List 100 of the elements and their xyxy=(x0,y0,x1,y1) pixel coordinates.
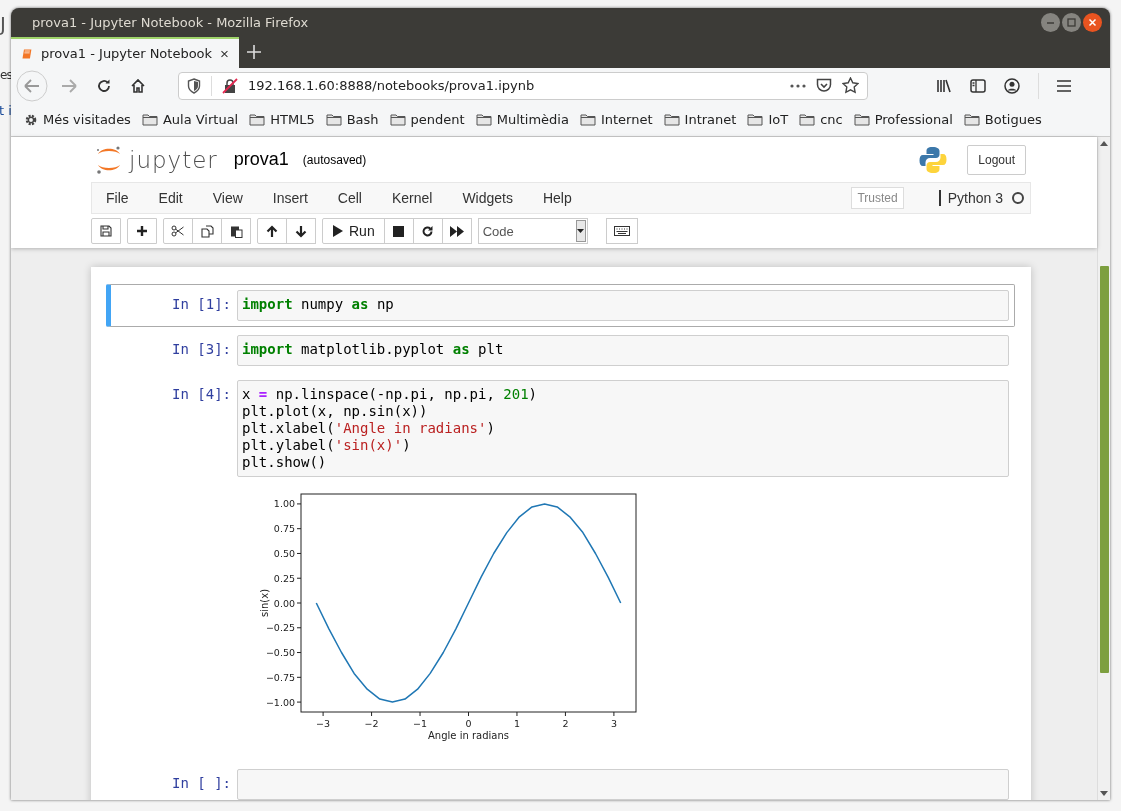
back-icon[interactable] xyxy=(16,69,48,102)
y-tick-label: −0.25 xyxy=(265,622,295,634)
folder-icon xyxy=(579,113,596,126)
code-input[interactable]: import numpy as np xyxy=(237,290,1009,321)
y-tick-label: 0.25 xyxy=(273,572,295,584)
code-cell[interactable]: In [1]: import numpy as np xyxy=(106,284,1015,327)
bookmark[interactable]: Professional xyxy=(853,112,953,127)
keyboard-icon xyxy=(613,226,630,236)
y-tick-label: 0.50 xyxy=(273,547,295,559)
new-tab-icon[interactable] xyxy=(247,45,261,59)
y-tick: −0.75 xyxy=(265,671,302,683)
trusted-indicator[interactable]: Trusted xyxy=(851,187,904,209)
folder-icon xyxy=(389,113,406,126)
menu-item[interactable]: Kernel xyxy=(391,190,433,206)
bookmark[interactable]: Intranet xyxy=(663,112,737,127)
y-tick-label: 0.00 xyxy=(273,597,295,609)
bookmark[interactable]: Aula Virtual xyxy=(141,112,239,127)
shield-icon[interactable] xyxy=(187,77,201,94)
more-icon[interactable] xyxy=(790,83,806,88)
folder-icon xyxy=(853,113,870,126)
scroll-down-icon[interactable] xyxy=(1100,791,1108,796)
notebook-name[interactable]: prova1 xyxy=(233,149,289,170)
jupyter-logo-icon[interactable] xyxy=(95,144,123,175)
save-button[interactable] xyxy=(91,218,121,244)
menu-item[interactable]: Insert xyxy=(272,190,308,206)
scroll-up-icon[interactable] xyxy=(1100,141,1108,146)
bookmark[interactable]: Botigues xyxy=(963,112,1042,127)
fast-forward-button[interactable] xyxy=(441,218,472,244)
code-line: import numpy as np xyxy=(242,296,395,313)
down-arrow-icon xyxy=(295,224,307,238)
code-input[interactable]: x = np.linspace(-np.pi, np.pi, 201) plt.plot(x, np.sin(x)) plt.xlabel('Angle in radians') plt.ylabel('sin(x)') plt.show() xyxy=(237,380,1009,477)
code-input[interactable]: import matplotlib.pyplot as plt xyxy=(237,335,1009,366)
insecure-lock-icon[interactable] xyxy=(222,77,238,94)
menu-item[interactable]: View xyxy=(212,190,243,206)
move-up-button[interactable] xyxy=(257,218,287,244)
star-icon[interactable] xyxy=(842,77,859,94)
y-tick-label: 0.75 xyxy=(273,523,295,535)
folder-icon xyxy=(325,113,342,126)
x-tick-label: −3 xyxy=(316,718,331,729)
menu-item[interactable]: Widgets xyxy=(462,190,513,206)
account-icon[interactable] xyxy=(1004,77,1020,94)
scissors-icon xyxy=(171,225,185,237)
paste-button[interactable] xyxy=(221,218,251,244)
menu-item[interactable]: Help xyxy=(542,190,572,206)
browser-tab[interactable]: prova1 - Jupyter Notebook xyxy=(11,37,239,68)
add-cell-button[interactable] xyxy=(127,218,157,244)
logout-button[interactable]: Logout xyxy=(967,144,1026,175)
gear-icon xyxy=(24,112,38,127)
code-cell[interactable]: In [ ]: xyxy=(106,763,1015,800)
up-arrow-icon xyxy=(266,224,278,238)
bookmark[interactable]: pendent xyxy=(389,112,465,127)
folder-icon xyxy=(249,113,266,126)
maximize-icon xyxy=(1067,18,1076,27)
address-bar[interactable]: 192.168.1.60:8888/notebooks/prova1.ipynb xyxy=(178,71,868,100)
reload-icon[interactable] xyxy=(96,77,112,94)
x-tick-label: 2 xyxy=(562,718,569,729)
minimize-button[interactable] xyxy=(1041,13,1060,32)
x-tick: 1 xyxy=(513,711,520,729)
cut-button[interactable] xyxy=(163,218,193,244)
keyboard-shortcuts-button[interactable] xyxy=(605,218,638,244)
stop-button[interactable] xyxy=(383,218,414,244)
x-tick-label: −1 xyxy=(413,718,428,729)
bookmark[interactable]: IoT xyxy=(747,112,789,127)
code-line: plt.show() xyxy=(242,454,328,471)
library-icon[interactable] xyxy=(936,77,952,94)
restart-button[interactable] xyxy=(412,218,443,244)
y-tick: −1.00 xyxy=(265,696,302,708)
y-tick: 0.25 xyxy=(273,572,302,584)
home-icon[interactable] xyxy=(130,77,146,94)
window-title: prova1 - Jupyter Notebook - Mozilla Firefox xyxy=(32,15,309,30)
scrollbar-thumb[interactable] xyxy=(1099,266,1109,673)
pocket-icon[interactable] xyxy=(816,78,832,93)
bookmark[interactable]: Internet xyxy=(579,112,653,127)
code-cell[interactable]: In [3]: import matplotlib.pyplot as plt xyxy=(106,329,1015,372)
menu-icon[interactable] xyxy=(1057,79,1071,92)
x-tick-label: 3 xyxy=(610,718,617,729)
close-button[interactable] xyxy=(1083,13,1102,32)
input-prompt: In [1]: xyxy=(171,295,232,314)
folder-icon xyxy=(475,113,492,126)
x-tick-label: 1 xyxy=(513,718,520,729)
menu-item[interactable]: File xyxy=(106,190,129,206)
code-line: import matplotlib.pyplot as plt xyxy=(242,341,505,358)
python-logo-icon xyxy=(919,145,948,174)
run-button[interactable]: Run xyxy=(322,218,385,244)
bookmark[interactable]: Més visitades xyxy=(24,112,131,127)
cell-type-dropdown[interactable]: Code xyxy=(477,218,588,244)
menu-item[interactable]: Cell xyxy=(337,190,362,206)
y-tick: 1.00 xyxy=(273,498,302,510)
x-axis-label: Angle in radians xyxy=(428,730,509,741)
move-down-button[interactable] xyxy=(286,218,316,244)
sidebar-icon[interactable] xyxy=(970,78,986,93)
bookmark[interactable]: Multimèdia xyxy=(475,112,569,127)
background-text: t i xyxy=(0,103,12,118)
menu-item[interactable]: Edit xyxy=(158,190,183,206)
bookmark[interactable]: HTML5 xyxy=(249,112,315,127)
bookmark[interactable]: cnc xyxy=(799,112,843,127)
code-input[interactable] xyxy=(237,769,1009,800)
bookmark[interactable]: Bash xyxy=(325,112,379,127)
plus-icon xyxy=(136,225,148,237)
x-tick: −1 xyxy=(413,711,428,729)
